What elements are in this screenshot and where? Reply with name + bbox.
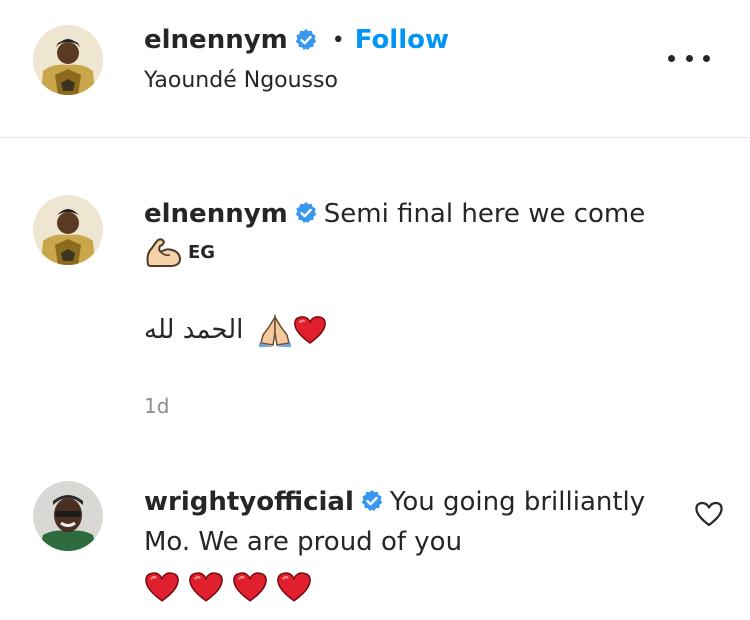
heart-outline-icon[interactable]: [694, 500, 724, 528]
red-heart-icon: [293, 315, 327, 345]
caption-line: EG: [144, 232, 704, 272]
comment-username[interactable]: wrightyofficial: [144, 487, 354, 517]
red-heart-icon: [188, 571, 224, 603]
comment-line: wrightyofficial You going brilliantly Mo.…: [144, 482, 684, 562]
caption-suffix: EG: [188, 241, 216, 263]
verified-badge-icon: [360, 489, 384, 513]
flexed-biceps-icon: [144, 236, 184, 268]
caption-line: الحمد لله: [144, 310, 704, 350]
red-heart-icon: [276, 571, 312, 603]
more-options-icon[interactable]: [664, 46, 714, 70]
location-link[interactable]: Yaoundé Ngousso: [144, 68, 338, 93]
dot: [703, 54, 710, 62]
comment-emojis: [144, 568, 684, 606]
caption-text: Semi final here we come: [323, 199, 646, 229]
comment: wrightyofficial You going brilliantly Mo.…: [144, 482, 684, 606]
username-link[interactable]: elnennym: [144, 25, 288, 55]
verified-badge-icon: [294, 201, 318, 225]
caption-username[interactable]: elnennym: [144, 199, 288, 229]
avatar[interactable]: [33, 25, 103, 95]
header-name-row: elnennym • Follow: [144, 22, 449, 58]
red-heart-icon: [144, 571, 180, 603]
caption-line: elnennym Semi final here we come: [144, 196, 704, 232]
caption: elnennym Semi final here we come EG الحمد…: [144, 196, 704, 350]
dot: [668, 54, 675, 62]
arabic-text: الحمد لله: [144, 315, 244, 345]
separator-dot: •: [331, 27, 345, 53]
red-heart-icon: [232, 571, 268, 603]
post-header: elnennym • Follow Yaoundé Ngousso: [0, 0, 750, 138]
commenter-avatar[interactable]: [33, 481, 103, 551]
follow-button[interactable]: Follow: [355, 25, 449, 55]
caption-avatar[interactable]: [33, 195, 103, 265]
verified-badge-icon: [294, 28, 318, 52]
folded-hands-icon: [257, 313, 293, 347]
dot: [685, 54, 693, 62]
post-timestamp[interactable]: 1d: [144, 394, 169, 418]
